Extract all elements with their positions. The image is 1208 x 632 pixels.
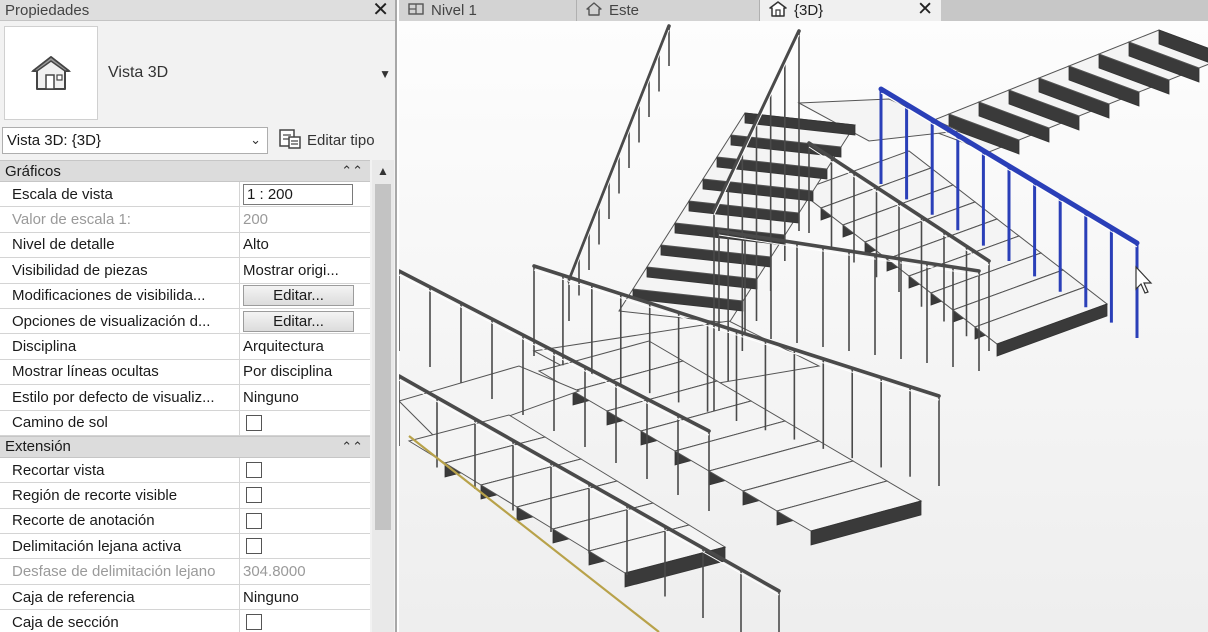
properties-titlebar: Propiedades ✕ [0, 0, 395, 21]
tab-este[interactable]: Este [577, 0, 760, 21]
recortar-vista-checkbox[interactable] [246, 462, 262, 479]
property-row-lineas-ocultas: Mostrar líneas ocultas Por disciplina [0, 359, 370, 386]
property-row-delimitacion-lejana: Delimitación lejana activa [0, 534, 370, 560]
escala-input[interactable]: 1 : 200 [243, 183, 353, 205]
properties-panel: Propiedades ✕ Vista 3D ▼ Vista 3D: {3D} … [0, 0, 397, 632]
chevron-down-icon: ⌄ [250, 132, 261, 147]
property-row-camino-sol: Camino de sol [0, 410, 370, 436]
house-icon [4, 26, 98, 120]
property-name: Visibilidad de piezas [0, 258, 240, 283]
view-selector-dropdown[interactable]: Vista 3D: {3D} ⌄ [2, 127, 268, 154]
view-selector-row: Vista 3D: {3D} ⌄ Editar tipo [0, 126, 395, 155]
close-icon[interactable]: ✕ [917, 0, 933, 20]
tab-label: Este [609, 2, 640, 19]
house-3d-icon [768, 0, 788, 22]
edit-type-icon [278, 128, 302, 154]
caja-referencia-value[interactable]: Ninguno [240, 585, 370, 609]
property-row-visibilidad-piezas: Visibilidad de piezas Mostrar origi... [0, 258, 370, 284]
group-label: Extensión [5, 438, 71, 456]
property-row-valor-escala: Valor de escala 1: 200 [0, 207, 370, 233]
property-row-opciones-visualizacion: Opciones de visualización d... Editar... [0, 308, 370, 335]
nivel-detalle-value[interactable]: Alto [240, 233, 370, 257]
estilo-defecto-value[interactable]: Ninguno [240, 385, 370, 409]
opciones-visualizacion-edit-button[interactable]: Editar... [243, 310, 354, 332]
property-name: Desfase de delimitación lejano [0, 559, 240, 584]
tab-label: {3D} [794, 2, 824, 19]
property-row-region-recorte: Región de recorte visible [0, 483, 370, 509]
property-row-recortar-vista: Recortar vista [0, 457, 370, 484]
property-row-caja-seccion: Caja de sección [0, 610, 370, 632]
type-name: Vista 3D [108, 64, 169, 81]
delimitacion-lejana-checkbox[interactable] [246, 538, 262, 555]
property-row-disciplina: Disciplina Arquitectura [0, 334, 370, 360]
property-row-caja-referencia: Caja de referencia Ninguno [0, 584, 370, 611]
properties-grid: Gráficos ⌃⌃ Escala de vista 1 : 200 Valo… [0, 160, 370, 632]
property-row-desfase-delimitacion: Desfase de delimitación lejano 304.8000 [0, 559, 370, 585]
scroll-up-icon[interactable]: ▲ [372, 160, 394, 182]
property-row-nivel-detalle: Nivel de detalle Alto [0, 232, 370, 259]
property-name: Caja de sección [0, 610, 240, 632]
edit-type-button[interactable]: Editar tipo [278, 127, 375, 154]
property-value: 304.8000 [243, 563, 306, 581]
property-row-estilo-defecto: Estilo por defecto de visualiz... Ningun… [0, 385, 370, 411]
region-recorte-checkbox[interactable] [246, 487, 262, 504]
properties-scrollbar[interactable]: ▲ [372, 160, 394, 632]
caja-seccion-checkbox[interactable] [246, 614, 262, 631]
property-name: Región de recorte visible [0, 483, 240, 508]
property-name: Recortar vista [0, 457, 240, 483]
property-value: 200 [243, 211, 269, 229]
property-row-recorte-anotacion: Recorte de anotación [0, 508, 370, 535]
property-name: Mostrar líneas ocultas [0, 359, 240, 385]
property-name: Opciones de visualización d... [0, 308, 240, 334]
recorte-anotacion-checkbox[interactable] [246, 512, 262, 529]
property-row-escala: Escala de vista 1 : 200 [0, 182, 370, 208]
properties-title: Propiedades [5, 1, 90, 19]
view-tabs: Nivel 1 Este {3D} ✕ [399, 0, 1208, 21]
property-name: Estilo por defecto de visualiz... [0, 385, 240, 410]
scroll-thumb[interactable] [375, 184, 391, 530]
property-name: Disciplina [0, 334, 240, 359]
stair-scene[interactable] [399, 21, 1208, 632]
disciplina-value[interactable]: Arquitectura [240, 334, 370, 358]
collapse-icon[interactable]: ⌃⌃ [341, 439, 363, 455]
floor-plan-icon [407, 1, 425, 21]
property-row-mod-visibilidad: Modificaciones de visibilida... Editar..… [0, 283, 370, 309]
property-name: Recorte de anotación [0, 508, 240, 534]
collapse-icon[interactable]: ⌃⌃ [341, 163, 363, 179]
property-name: Valor de escala 1: [0, 207, 240, 232]
lineas-ocultas-value[interactable]: Por disciplina [240, 360, 370, 384]
group-label: Gráficos [5, 162, 61, 180]
property-name: Modificaciones de visibilida... [0, 283, 240, 308]
tab-3d[interactable]: {3D} ✕ [760, 0, 941, 21]
property-name: Escala de vista [0, 182, 240, 207]
close-icon[interactable]: ✕ [372, 0, 389, 20]
camino-sol-checkbox[interactable] [246, 414, 262, 431]
group-header-extension[interactable]: Extensión ⌃⌃ [0, 435, 370, 458]
elevation-icon [585, 1, 603, 21]
property-name: Nivel de detalle [0, 232, 240, 258]
tab-label: Nivel 1 [431, 2, 477, 19]
visibilidad-piezas-value[interactable]: Mostrar origi... [240, 258, 370, 282]
property-name: Caja de referencia [0, 584, 240, 610]
tab-nivel-1[interactable]: Nivel 1 [399, 0, 577, 21]
view-selector-value: Vista 3D: {3D} [7, 132, 101, 149]
group-header-graficos[interactable]: Gráficos ⌃⌃ [0, 160, 370, 182]
edit-type-label: Editar tipo [307, 132, 375, 149]
3d-viewport[interactable] [399, 21, 1208, 632]
mod-visibilidad-edit-button[interactable]: Editar... [243, 285, 354, 307]
dropdown-arrow-icon[interactable]: ▼ [379, 67, 391, 81]
type-selector[interactable]: Vista 3D ▼ [0, 23, 395, 123]
property-name: Delimitación lejana activa [0, 534, 240, 559]
property-name: Camino de sol [0, 410, 240, 435]
